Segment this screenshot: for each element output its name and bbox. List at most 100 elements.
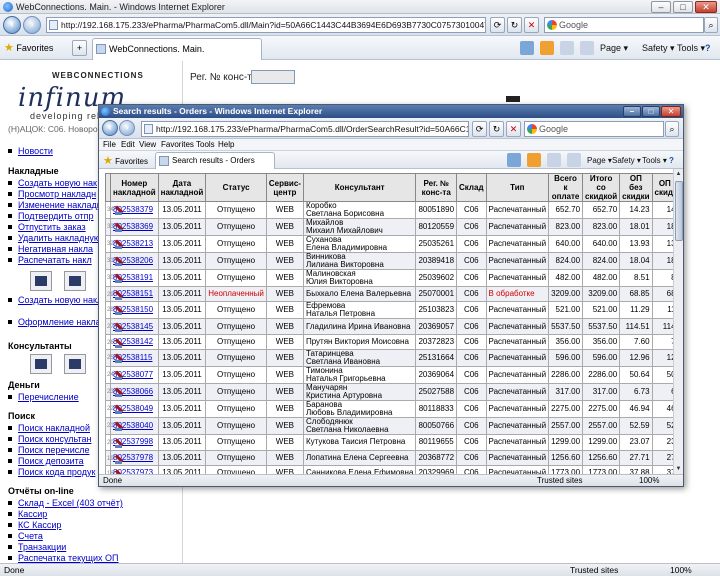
nav-transfer[interactable]: Перечисление: [8, 392, 79, 402]
edit-pencil-icon[interactable]: [115, 238, 126, 249]
nav-report-accounts[interactable]: Счета: [8, 531, 43, 541]
table-row[interactable]: 32 802538213 13.05.2011 Отпущено WEB Суханова…: [105, 235, 683, 253]
nav-search-transfer[interactable]: Поиск перечисле: [8, 445, 90, 455]
popup-page-menu[interactable]: Page ▾: [587, 155, 612, 167]
popup-zoom-level[interactable]: 100%: [639, 475, 659, 486]
edit-pencil-icon[interactable]: [115, 204, 126, 215]
table-row[interactable]: 20 802537998 13.05.2011 Отпущено WEB Кутукова…: [105, 434, 683, 451]
help-icon[interactable]: ?: [705, 42, 711, 54]
table-row[interactable]: 30 802538191 13.05.2011 Отпущено WEB Малиновс…: [105, 269, 683, 287]
nav-search-consultant[interactable]: Поиск консультан: [8, 434, 92, 444]
popup-feeds-icon[interactable]: [527, 153, 541, 167]
nav-report-cashier[interactable]: Кассир: [7, 509, 47, 519]
nav-delete-invoice[interactable]: Удалить накладную: [8, 233, 101, 243]
table-row[interactable]: 21 802538040 13.05.2011 Отпущено WEB Слободян…: [105, 417, 683, 436]
add-favorites-icon[interactable]: +: [72, 40, 87, 56]
close-button[interactable]: ✕: [695, 1, 717, 13]
col-status[interactable]: Статус: [205, 173, 267, 202]
nav-release-order[interactable]: Отпустить заказ: [8, 222, 86, 232]
nav-report-transactions[interactable]: Транзакции: [7, 542, 66, 552]
feeds-icon[interactable]: [540, 41, 554, 55]
popup-favorites-button[interactable]: ★ Favorites: [103, 154, 148, 169]
col-warehouse[interactable]: Склад: [456, 173, 487, 202]
menu-file[interactable]: File: [103, 139, 116, 151]
popup-compat-button[interactable]: ⟳: [472, 121, 487, 137]
col-service-center[interactable]: Сервис-центр: [265, 173, 304, 202]
menu-tools[interactable]: Tools: [196, 139, 215, 151]
edit-pencil-icon[interactable]: [115, 337, 126, 348]
edit-pencil-icon[interactable]: [115, 272, 126, 283]
edit-pencil-icon[interactable]: [115, 289, 126, 300]
popup-tools-menu[interactable]: Tools ▾: [642, 155, 667, 167]
maximize-button[interactable]: □: [673, 1, 693, 13]
nav-search-product-code[interactable]: Поиск кода продук: [7, 467, 95, 477]
nav-edit-invoice[interactable]: Изменение накладн: [8, 200, 102, 210]
col-date[interactable]: Дата накладной: [157, 173, 207, 202]
safety-menu[interactable]: Safety ▾: [642, 42, 675, 54]
page-menu[interactable]: Page ▾: [600, 42, 628, 54]
popup-search-button[interactable]: ⌕: [665, 121, 679, 137]
popup-minimize-button[interactable]: –: [623, 106, 641, 117]
home-icon[interactable]: [520, 41, 534, 55]
nav-negative-invoice[interactable]: Негативная накла: [8, 244, 93, 254]
stop-button[interactable]: ✕: [524, 17, 539, 33]
edit-pencil-icon[interactable]: [115, 386, 126, 398]
popup-help-icon[interactable]: ?: [669, 155, 674, 167]
menu-view[interactable]: View: [139, 139, 156, 151]
edit-pencil-icon[interactable]: [115, 255, 126, 266]
nav-confirm-shipment[interactable]: Подтвердить отпр: [8, 211, 94, 221]
back-button[interactable]: ‹: [3, 16, 21, 34]
table-row[interactable]: 34 802538379 13.05.2011 Отпущено WEB Коробко С…: [105, 201, 683, 219]
popup-address-input[interactable]: http://192.168.175.233/ePharma/PharmaCom…: [141, 121, 469, 137]
forward-button[interactable]: ›: [23, 16, 41, 34]
invoice-tool2-icon[interactable]: [64, 271, 86, 291]
popup-home-icon[interactable]: [507, 153, 521, 167]
print-icon[interactable]: [580, 41, 594, 55]
consultant-tool2-icon[interactable]: [64, 354, 86, 374]
nav-news[interactable]: Новости: [8, 146, 53, 156]
table-row[interactable]: 28 802538150 13.05.2011 Отпущено WEB Ефремова…: [105, 301, 683, 320]
popup-close-button[interactable]: ✕: [661, 106, 681, 117]
col-discount-total[interactable]: Итого со скидкой: [582, 173, 621, 202]
edit-pencil-icon[interactable]: [115, 352, 126, 364]
menu-help[interactable]: Help: [218, 139, 234, 151]
search-button[interactable]: ⌕: [704, 17, 718, 33]
popup-safety-menu[interactable]: Safety ▾: [612, 155, 641, 167]
nav-report-print-op[interactable]: Распечатка текущих ОП: [8, 553, 119, 563]
popup-maximize-button[interactable]: □: [642, 106, 660, 117]
nav-create-invoice[interactable]: Создать новую нак: [8, 178, 97, 188]
minimize-button[interactable]: –: [651, 1, 671, 13]
edit-pencil-icon[interactable]: [115, 403, 126, 415]
table-row[interactable]: 25 802538115 13.05.2011 Отпущено WEB Татаринц…: [105, 349, 683, 368]
favorites-button[interactable]: ★ Favorites: [4, 41, 53, 55]
table-row[interactable]: 23 802538066 13.05.2011 Отпущено WEB Манучаря…: [105, 383, 683, 402]
table-row[interactable]: 19 802537978 13.05.2011 Отпущено WEB Лопатина…: [105, 449, 683, 466]
popup-refresh-button[interactable]: ↻: [489, 121, 504, 137]
scroll-thumb[interactable]: [675, 181, 683, 241]
outer-tab[interactable]: WebConnections. Main.: [92, 38, 262, 60]
nav-print-invoice[interactable]: Распечатать накл: [8, 255, 92, 265]
nav-search-deposit[interactable]: Поиск депозита: [8, 456, 84, 466]
popup-search-input[interactable]: Google: [524, 121, 664, 137]
col-number[interactable]: Номер накладной: [110, 173, 159, 202]
table-row[interactable]: 18 802537973 13.05.2011 Отпущено WEB Санников…: [105, 464, 683, 474]
edit-pencil-icon[interactable]: [115, 221, 126, 232]
table-row[interactable]: 29 802538151 13.05.2011 Неоплаченный WEB Быхк…: [105, 285, 683, 303]
popup-forward-button[interactable]: ›: [119, 120, 135, 136]
reg-number-input[interactable]: [251, 70, 295, 84]
edit-pencil-icon[interactable]: [115, 369, 126, 381]
table-row[interactable]: 31 802538206 13.05.2011 Отпущено WEB Винников…: [105, 252, 683, 270]
edit-pencil-icon[interactable]: [115, 420, 126, 432]
edit-pencil-icon[interactable]: [115, 437, 126, 449]
nav-view-invoice[interactable]: Просмотр накладн: [7, 189, 96, 199]
col-op-no-discount[interactable]: ОП без скидки: [619, 173, 653, 202]
mail-icon[interactable]: [560, 41, 574, 55]
col-reg-number[interactable]: Рег. № конс-та: [415, 173, 458, 202]
popup-back-button[interactable]: ‹: [102, 120, 118, 136]
col-type[interactable]: Тип: [485, 173, 550, 202]
popup-tab[interactable]: Search results - Orders: [155, 152, 275, 169]
popup-stop-button[interactable]: ✕: [506, 121, 521, 137]
popup-mail-icon[interactable]: [547, 153, 561, 167]
compat-button[interactable]: ⟳: [490, 17, 505, 33]
table-row[interactable]: 22 802538049 13.05.2011 Отпущено WEB Баранова…: [105, 400, 683, 419]
